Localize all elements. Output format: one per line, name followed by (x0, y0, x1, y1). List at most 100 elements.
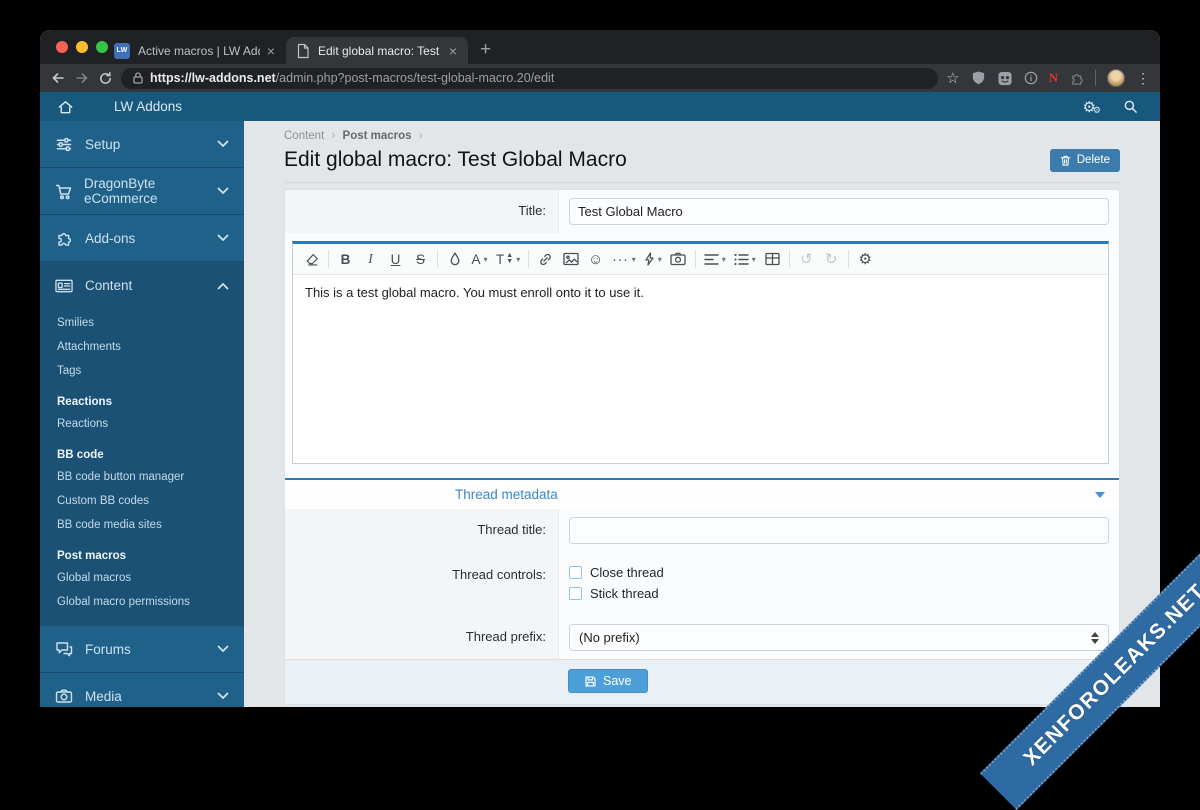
more-options-button[interactable]: ··· ▾ (608, 246, 640, 272)
underline-button[interactable]: U (383, 246, 408, 272)
insert-link-button[interactable] (533, 246, 558, 272)
sidebar-link-tags[interactable]: Tags (40, 359, 244, 383)
sidebar-link-smilies[interactable]: Smilies (40, 311, 244, 335)
bookmark-star-icon[interactable]: ☆ (946, 69, 959, 87)
close-window-button[interactable] (56, 41, 68, 53)
font-family-button[interactable]: A ▾ (467, 246, 492, 272)
submenu-group-bb-code: BB code (57, 449, 104, 461)
new-tab-button[interactable]: + (480, 40, 491, 60)
caret-down-icon: ▾ (631, 254, 636, 264)
content-card-icon (55, 278, 74, 294)
breadcrumb-post-macros[interactable]: Post macros (343, 130, 412, 142)
insert-image-button[interactable] (558, 246, 583, 272)
sidebar-item-content[interactable]: Content (40, 262, 244, 309)
droplet-icon (450, 251, 459, 265)
toolbar-separator (847, 250, 849, 268)
search-icon[interactable] (1123, 99, 1138, 114)
close-tab-icon[interactable]: × (264, 43, 278, 59)
caret-down-icon: ▾ (516, 254, 521, 264)
insert-gif-button[interactable] (666, 246, 691, 272)
trash-icon (1060, 155, 1071, 166)
sliders-icon (55, 136, 74, 153)
url-bar[interactable]: https://lw-addons.net/admin.php?post-mac… (121, 67, 939, 89)
sidebar-item-dragonbyte-ecommerce[interactable]: DragonByte eCommerce (40, 168, 244, 215)
sidebar-item-label: Setup (85, 136, 121, 152)
url-text: https://lw-addons.net/admin.php?post-mac… (150, 71, 555, 85)
emoji-button[interactable]: ☺ (583, 246, 608, 272)
checkbox-unchecked-icon[interactable] (569, 566, 582, 579)
sidebar-section-content: Content Smilies Attachments Tags Reactio… (40, 262, 244, 626)
back-icon[interactable] (50, 70, 66, 86)
editor-settings-button[interactable]: ⚙ (853, 246, 878, 272)
browser-menu-icon[interactable]: ⋮ (1136, 70, 1150, 87)
sidebar-link-global-macro-permissions[interactable]: Global macro permissions (40, 590, 244, 614)
insert-table-button[interactable] (760, 246, 785, 272)
delete-button[interactable]: Delete (1049, 148, 1120, 172)
minimize-window-button[interactable] (76, 41, 88, 53)
site-title[interactable]: LW Addons (114, 99, 182, 114)
italic-button[interactable]: I (358, 246, 383, 272)
extension-info-icon[interactable] (1024, 71, 1038, 85)
save-button[interactable]: Save (568, 669, 648, 693)
text-color-button[interactable] (442, 246, 467, 272)
browser-window: LW Active macros | LW Addons × Edit glob… (40, 30, 1160, 707)
chevron-up-icon (217, 282, 229, 290)
editor-toolbar: B I U S A ▾ T ▲ ▼ ▾ ☺ ··· ▾ ▾ ▾ ▾ ↺ ↻ ⚙ (293, 244, 1108, 275)
editor-body[interactable]: This is a test global macro. You must en… (293, 275, 1108, 463)
title-label: Title: (285, 190, 559, 233)
profile-avatar[interactable] (1107, 69, 1125, 87)
strikethrough-button[interactable]: S (408, 246, 433, 272)
extension-puzzle-icon[interactable] (1069, 71, 1084, 86)
eraser-icon (306, 253, 318, 266)
sidebar-link-bb-code-button-manager[interactable]: BB code button manager (40, 465, 244, 489)
toolbar-separator (437, 250, 438, 268)
checkbox-unchecked-icon[interactable] (569, 587, 582, 600)
thread-prefix-select[interactable]: (No prefix) (569, 624, 1109, 651)
tab-active-macros[interactable]: LW Active macros | LW Addons × (104, 37, 286, 64)
thread-title-label: Thread title: (285, 509, 559, 552)
font-size-button[interactable]: T ▲ ▼ ▾ (492, 246, 524, 272)
sidebar-link-global-macros[interactable]: Global macros (40, 566, 244, 590)
title-input[interactable] (569, 198, 1109, 225)
chevron-down-icon (217, 645, 229, 653)
close-tab-icon[interactable]: × (446, 43, 460, 59)
thread-title-input[interactable] (569, 517, 1109, 544)
extension-shield-icon[interactable] (971, 70, 986, 86)
caret-down-icon: ▾ (657, 254, 662, 264)
media-camera-icon (55, 688, 74, 704)
page-title: Edit global macro: Test Global Macro (284, 148, 627, 171)
home-icon[interactable] (57, 99, 74, 115)
undo-icon: ↺ (799, 250, 813, 268)
thread-metadata-section-header[interactable]: Thread metadata (285, 478, 1119, 509)
stick-thread-option[interactable]: Stick thread (569, 583, 1109, 604)
sidebar-link-attachments[interactable]: Attachments (40, 335, 244, 359)
forward-icon[interactable] (74, 70, 90, 86)
breadcrumb-content[interactable]: Content (284, 130, 324, 142)
caret-down-icon: ▾ (751, 254, 756, 264)
sidebar-link-custom-bb-codes[interactable]: Custom BB codes (40, 489, 244, 513)
align-button[interactable]: ▾ (700, 246, 730, 272)
extension-mask-icon[interactable] (997, 71, 1013, 86)
close-thread-option[interactable]: Close thread (569, 562, 1109, 583)
sidebar-item-media[interactable]: Media (40, 673, 244, 707)
sidebar-item-label: Add-ons (85, 230, 136, 246)
tab-title: Edit global macro: Test Global (318, 43, 442, 58)
bold-button[interactable]: B (333, 246, 358, 272)
insert-media-button[interactable]: ▾ (640, 246, 666, 272)
tab-edit-global-macro[interactable]: Edit global macro: Test Global × (286, 37, 468, 64)
remove-format-button[interactable] (299, 246, 324, 272)
reload-icon[interactable] (98, 71, 113, 86)
sidebar-item-forums[interactable]: Forums (40, 626, 244, 673)
browser-toolbar: https://lw-addons.net/admin.php?post-mac… (40, 64, 1160, 92)
toolbar-separator (528, 250, 530, 268)
sidebar-link-reactions[interactable]: Reactions (40, 412, 244, 436)
content-submenu: Smilies Attachments Tags Reactions React… (40, 309, 244, 626)
sidebar-item-setup[interactable]: Setup (40, 121, 244, 168)
extension-n-icon[interactable]: N (1049, 70, 1058, 86)
list-button[interactable]: ▾ (730, 246, 760, 272)
sidebar-link-bb-code-media-sites[interactable]: BB code media sites (40, 513, 244, 537)
admin-settings-icon[interactable]: ⚙ ⚙ (1082, 98, 1101, 116)
redo-button: ↻ (819, 246, 844, 272)
sidebar-item-add-ons[interactable]: Add-ons (40, 215, 244, 262)
chevron-down-icon (217, 692, 229, 700)
